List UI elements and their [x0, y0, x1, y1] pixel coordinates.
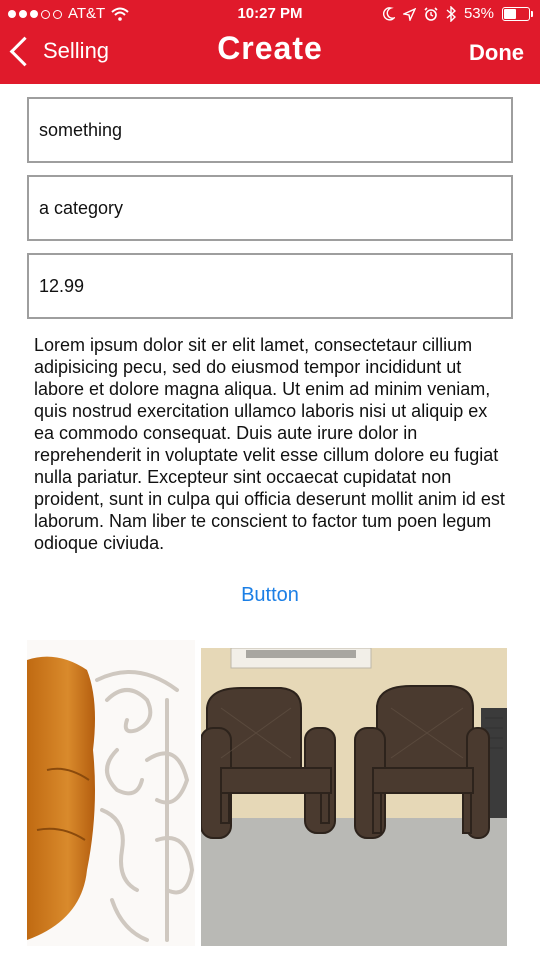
- category-field[interactable]: [37, 196, 503, 220]
- location-icon: [402, 7, 416, 21]
- battery-percent: 53%: [463, 5, 494, 22]
- cushioned-metal-chair-photo[interactable]: [27, 640, 195, 946]
- alarm-icon: [424, 7, 438, 21]
- navigation-bar: Selling Create Done: [0, 28, 540, 84]
- title-field-box: [27, 97, 513, 163]
- wicker-chairs-photo[interactable]: [201, 648, 507, 946]
- red-header: AT&T 10:27 PM 53% Selling Create Done: [0, 0, 540, 84]
- price-field-box: [27, 253, 513, 319]
- battery-icon: [502, 7, 533, 21]
- action-button[interactable]: Button: [0, 584, 540, 607]
- page-title: Create: [217, 30, 323, 66]
- title-field[interactable]: [37, 118, 503, 142]
- moon-icon: [382, 7, 395, 21]
- description-text: Lorem ipsum dolor sit er elit lamet, con…: [34, 335, 505, 553]
- done-button[interactable]: Done: [469, 40, 524, 66]
- category-field-box: [27, 175, 513, 241]
- price-field[interactable]: [37, 274, 503, 298]
- bluetooth-icon: [446, 6, 456, 22]
- status-icons: 53%: [382, 0, 533, 28]
- status-bar: AT&T 10:27 PM 53%: [0, 0, 540, 28]
